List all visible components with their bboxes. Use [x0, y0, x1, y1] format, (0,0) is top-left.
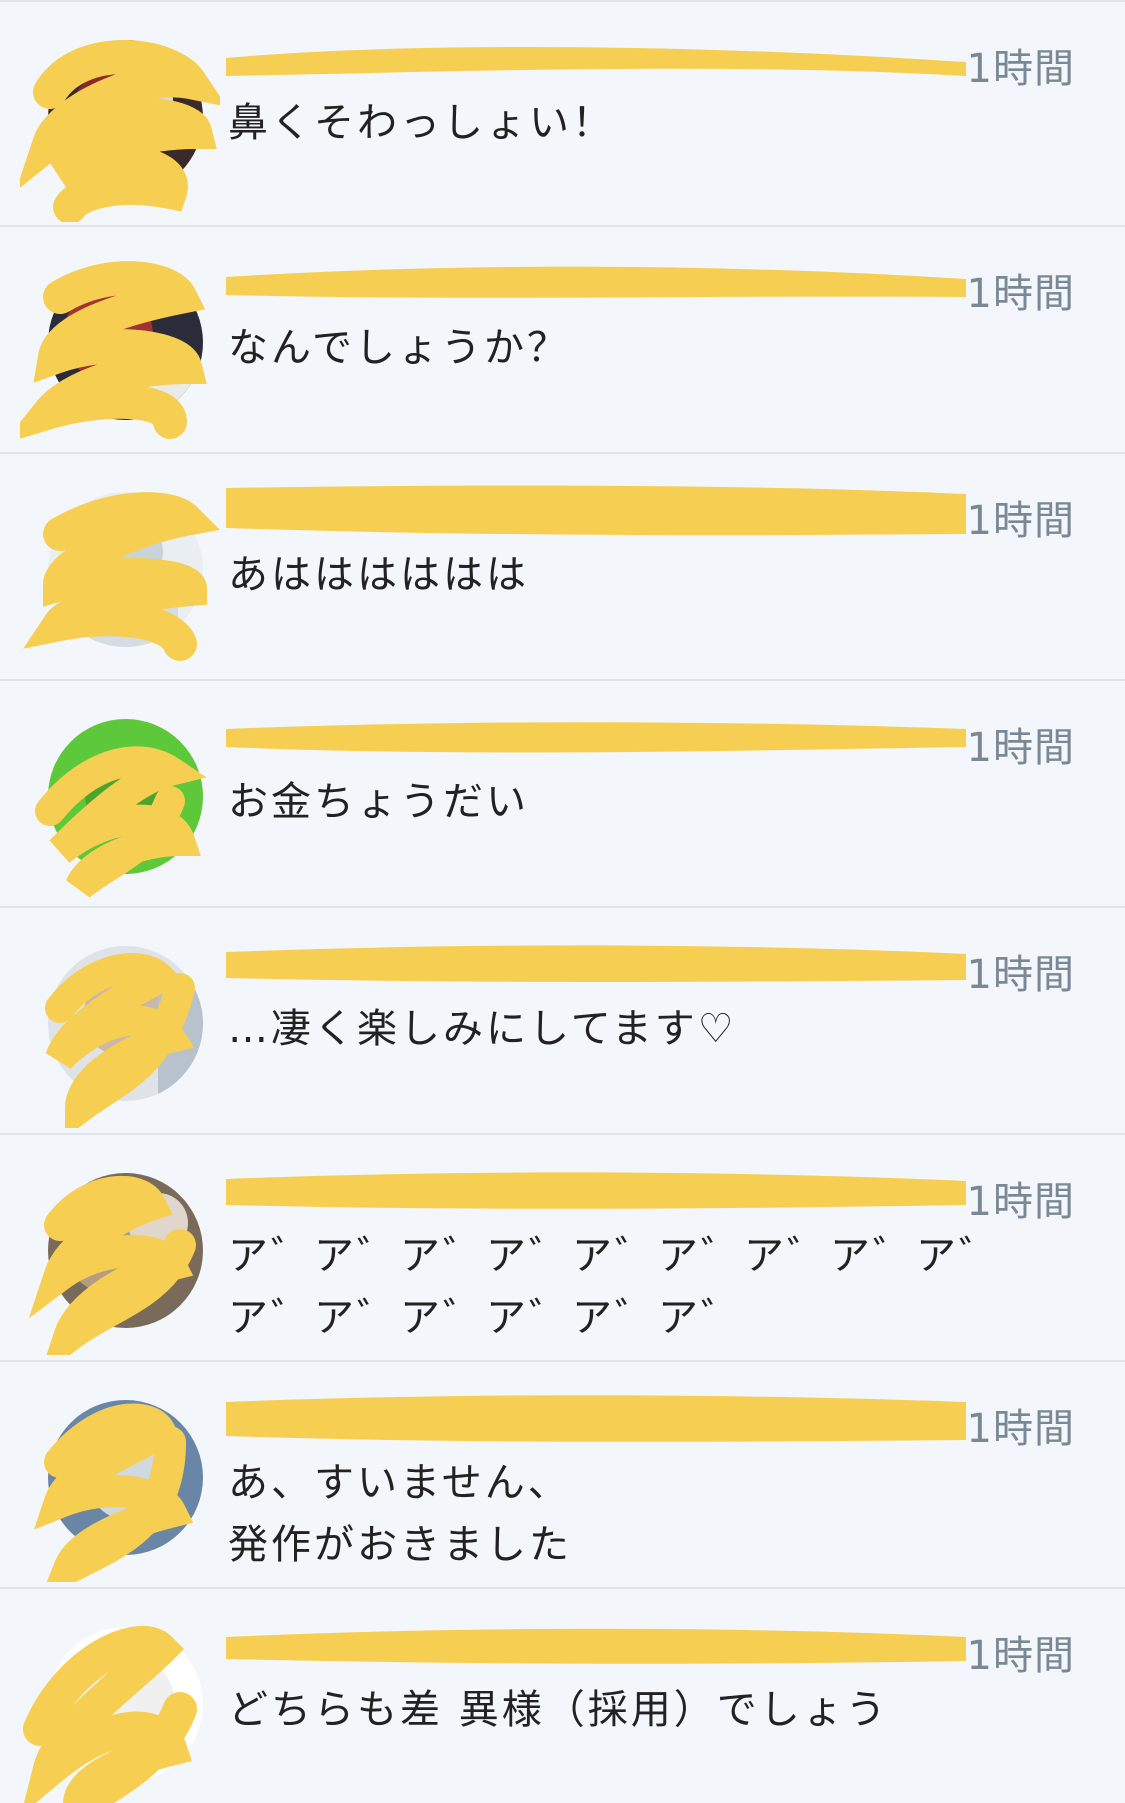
message-text: お金ちょうだい: [228, 779, 529, 825]
redacted-username[interactable]: [226, 711, 966, 763]
user-avatar[interactable]: [48, 946, 203, 1101]
notification-row[interactable]: 1時間 鼻くそわっしょい！: [0, 0, 1125, 227]
redacted-username[interactable]: [226, 32, 966, 84]
notification-row[interactable]: 1時間 お金ちょうだい: [0, 681, 1125, 908]
timestamp: 1時間: [966, 1633, 1075, 1679]
notification-row[interactable]: 1時間 どちらも差 異様（採用）でしょう: [0, 1589, 1125, 1803]
user-avatar[interactable]: [48, 1173, 203, 1328]
redacted-username[interactable]: [226, 1619, 966, 1671]
redacted-username[interactable]: [226, 257, 966, 309]
timestamp: 1時間: [966, 271, 1075, 317]
user-avatar[interactable]: [48, 1627, 203, 1782]
user-avatar[interactable]: [48, 1400, 203, 1555]
redacted-username[interactable]: [226, 1392, 966, 1444]
message-text: ア゛ア゛ア゛ア゛ア゛ア゛ア゛ア゛ア゛ア゛ア゛ア゛ア゛ア゛ア゛: [228, 1233, 1002, 1341]
timestamp: 1時間: [966, 952, 1075, 998]
user-avatar[interactable]: [48, 719, 203, 874]
notification-list: 1時間 鼻くそわっしょい！ 1時間 なんでしょうか？ 1時間 あはははははは 1…: [0, 0, 1125, 1803]
notification-row[interactable]: 1時間 あ、すいません、 発作がおきました: [0, 1362, 1125, 1589]
message-text: …凄く楽しみにしてます♡: [228, 1006, 737, 1052]
message-text: あ、すいません、 発作がおきました: [228, 1460, 572, 1568]
notification-row[interactable]: 1時間 なんでしょうか？: [0, 227, 1125, 454]
user-avatar[interactable]: [48, 492, 203, 647]
user-avatar[interactable]: [48, 40, 203, 195]
timestamp: 1時間: [966, 498, 1075, 544]
message-text: あはははははは: [228, 552, 529, 598]
message-text: なんでしょうか？: [228, 325, 570, 371]
redacted-username[interactable]: [226, 938, 966, 990]
timestamp: 1時間: [966, 1179, 1075, 1225]
timestamp: 1時間: [966, 46, 1075, 92]
message-text: 鼻くそわっしょい！: [228, 100, 615, 146]
notification-row[interactable]: 1時間 あはははははは: [0, 454, 1125, 681]
timestamp: 1時間: [966, 725, 1075, 771]
message-text: どちらも差 異様（採用）でしょう: [228, 1687, 889, 1733]
redacted-username[interactable]: [226, 1165, 966, 1217]
redacted-username[interactable]: [226, 484, 966, 536]
user-avatar[interactable]: [48, 265, 203, 420]
notification-row[interactable]: 1時間 …凄く楽しみにしてます♡: [0, 908, 1125, 1135]
timestamp: 1時間: [966, 1406, 1075, 1452]
notification-row[interactable]: 1時間 ア゛ア゛ア゛ア゛ア゛ア゛ア゛ア゛ア゛ア゛ア゛ア゛ア゛ア゛ア゛: [0, 1135, 1125, 1362]
